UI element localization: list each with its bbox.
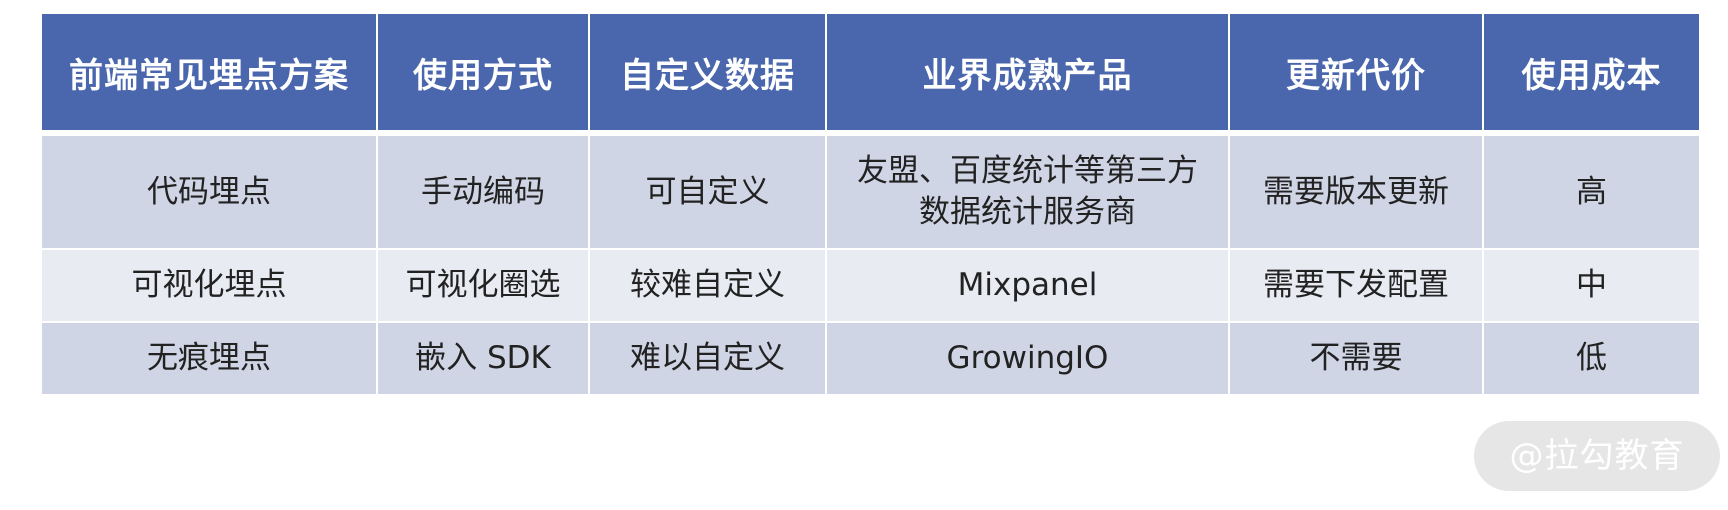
- header-custom-data: 自定义数据: [589, 14, 827, 133]
- cell-usage: 手动编码: [377, 133, 590, 250]
- cell-products: GrowingIO: [826, 322, 1230, 396]
- cell-update-cost: 需要版本更新: [1229, 133, 1484, 250]
- table-row: 代码埋点 手动编码 可自定义 友盟、百度统计等第三方 数据统计服务商 需要版本更…: [42, 133, 1699, 250]
- cell-usage-cost: 低: [1483, 322, 1699, 396]
- cell-update-cost: 不需要: [1229, 322, 1484, 396]
- cell-usage: 可视化圈选: [377, 249, 590, 323]
- watermark-badge: @拉勾教育: [1474, 421, 1720, 491]
- cell-products: 友盟、百度统计等第三方 数据统计服务商: [826, 133, 1230, 250]
- cell-custom-data: 较难自定义: [589, 249, 827, 323]
- cell-scheme: 可视化埋点: [42, 249, 378, 323]
- header-update-cost: 更新代价: [1229, 14, 1484, 133]
- tracking-scheme-comparison-table: 前端常见埋点方案 使用方式 自定义数据 业界成熟产品 更新代价 使用成本 代码埋…: [42, 14, 1699, 396]
- cell-products-line: 数据统计服务商: [919, 194, 1136, 230]
- table-header-row: 前端常见埋点方案 使用方式 自定义数据 业界成熟产品 更新代价 使用成本: [42, 14, 1699, 133]
- header-usage-cost: 使用成本: [1483, 14, 1699, 133]
- header-products: 业界成熟产品: [826, 14, 1230, 133]
- header-scheme: 前端常见埋点方案: [42, 14, 378, 133]
- cell-scheme: 代码埋点: [42, 133, 378, 250]
- table-row: 无痕埋点 嵌入 SDK 难以自定义 GrowingIO 不需要 低: [42, 322, 1699, 396]
- page: 前端常见埋点方案 使用方式 自定义数据 业界成熟产品 更新代价 使用成本 代码埋…: [0, 0, 1728, 510]
- cell-scheme: 无痕埋点: [42, 322, 378, 396]
- cell-products-line: 友盟、百度统计等第三方: [857, 153, 1198, 189]
- cell-custom-data: 难以自定义: [589, 322, 827, 396]
- table-row: 可视化埋点 可视化圈选 较难自定义 Mixpanel 需要下发配置 中: [42, 249, 1699, 323]
- cell-usage-cost: 高: [1483, 133, 1699, 250]
- header-usage: 使用方式: [377, 14, 590, 133]
- cell-products: Mixpanel: [826, 249, 1230, 323]
- cell-custom-data: 可自定义: [589, 133, 827, 250]
- cell-usage-cost: 中: [1483, 249, 1699, 323]
- cell-update-cost: 需要下发配置: [1229, 249, 1484, 323]
- cell-usage: 嵌入 SDK: [377, 322, 590, 396]
